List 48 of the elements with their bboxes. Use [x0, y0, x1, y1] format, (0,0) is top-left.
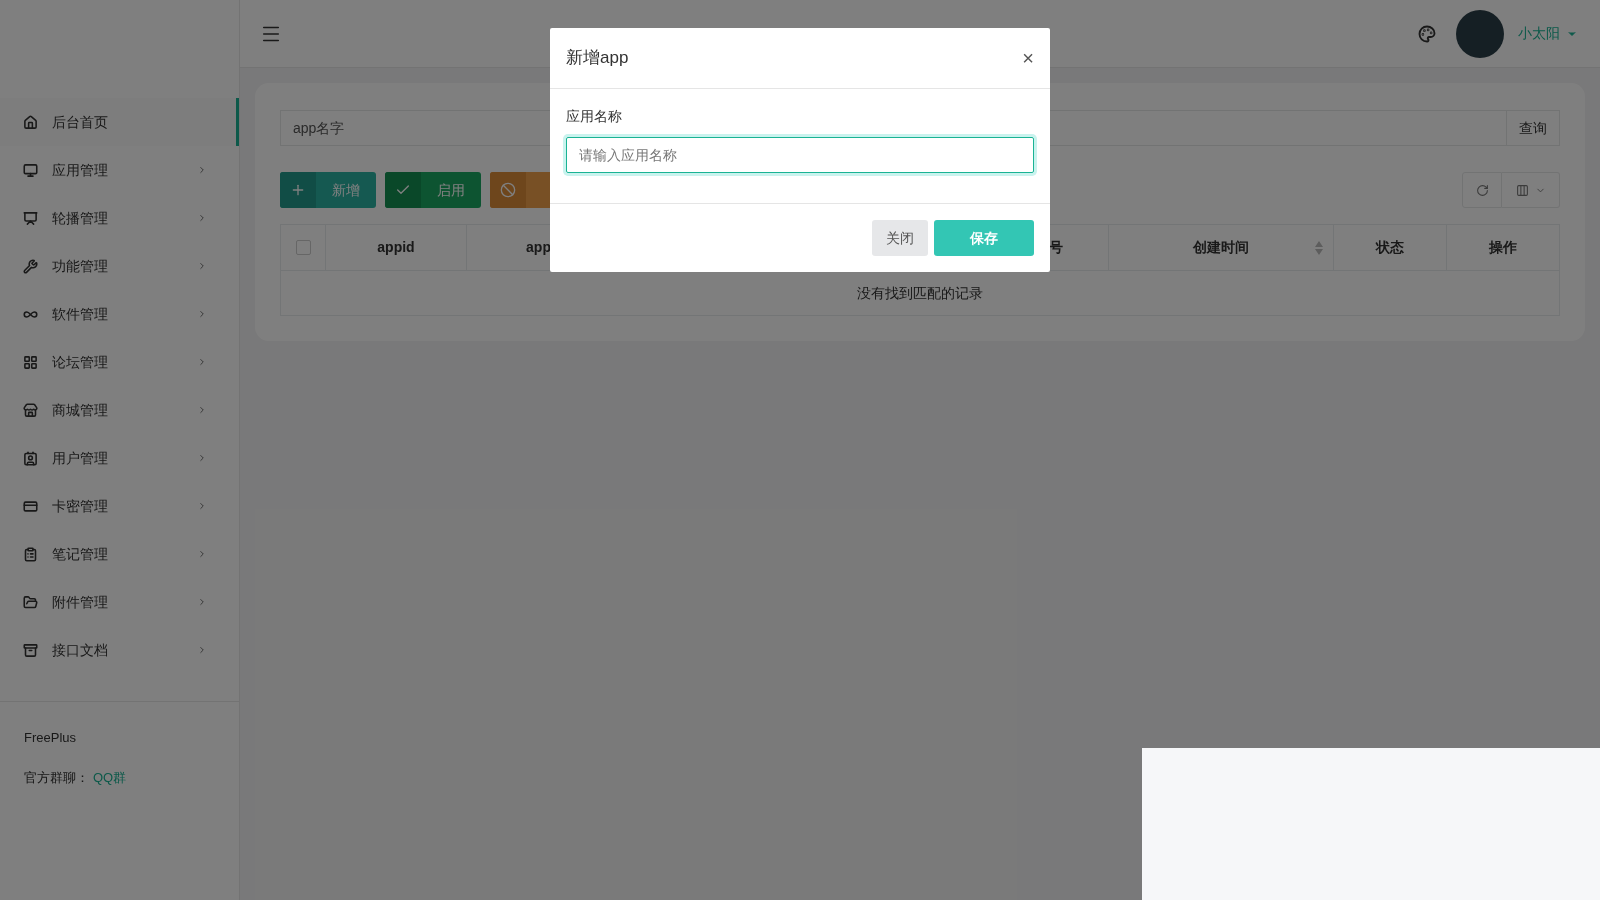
sidebar-item[interactable]: 功能管理	[0, 242, 239, 290]
card-icon	[23, 498, 38, 514]
sort-icon[interactable]	[1315, 241, 1323, 255]
column-header[interactable]: 创建时间	[1193, 237, 1249, 258]
checkbox[interactable]	[295, 240, 311, 255]
sidebar-item[interactable]: 接口文档	[0, 626, 239, 674]
archive-icon	[23, 642, 38, 658]
app-name-field[interactable]: 请输入应用名称	[566, 137, 1034, 173]
refresh-icon	[1475, 183, 1489, 197]
dialog-title: 新增app	[566, 47, 630, 70]
enable-button[interactable]: 启用	[385, 172, 481, 208]
grid-icon	[23, 354, 38, 370]
brand-text: FreePlus	[24, 729, 77, 747]
sidebar-item[interactable]: 附件管理	[0, 578, 239, 626]
column-header[interactable]: app	[526, 237, 551, 258]
field-label: 应用名称	[566, 107, 622, 126]
clipboard-icon	[23, 546, 38, 562]
monitor-icon	[23, 162, 38, 178]
empty-message: 没有找到匹配的记录	[856, 283, 984, 303]
sidebar-item[interactable]: 笔记管理	[0, 530, 239, 578]
presentation-icon	[23, 210, 38, 226]
columns-icon	[1515, 183, 1529, 197]
plus-icon	[290, 182, 306, 198]
ban-icon	[500, 182, 516, 198]
sidebar-item[interactable]: 软件管理	[0, 290, 239, 338]
refresh-button[interactable]	[1462, 172, 1502, 208]
search-button[interactable]: 查询	[1507, 110, 1560, 146]
sidebar-item[interactable]: 用户管理	[0, 434, 239, 482]
sidebar-item[interactable]: 卡密管理	[0, 482, 239, 530]
palette-icon[interactable]	[1418, 24, 1436, 43]
columns-button[interactable]	[1502, 172, 1560, 208]
sidebar-item[interactable]: 论坛管理	[0, 338, 239, 386]
close-dialog-button[interactable]: 关闭	[872, 220, 928, 256]
badge-icon	[23, 450, 38, 466]
group-label: 官方群聊：	[24, 768, 89, 787]
folder-icon	[23, 594, 38, 610]
tools-icon	[23, 258, 38, 274]
column-header[interactable]: 操作	[1489, 237, 1517, 258]
close-button[interactable]: ×	[1022, 43, 1034, 73]
avatar[interactable]	[1456, 9, 1504, 58]
sidebar-item[interactable]: 轮播管理	[0, 194, 239, 242]
column-header[interactable]: 状态	[1376, 237, 1404, 258]
store-icon	[23, 402, 38, 418]
column-header[interactable]: appid	[377, 237, 415, 258]
column-header[interactable]: 号	[1049, 237, 1063, 258]
sidebar-item[interactable]: 应用管理	[0, 146, 239, 194]
home-icon	[23, 114, 38, 130]
sidebar-item[interactable]: 商城管理	[0, 386, 239, 434]
